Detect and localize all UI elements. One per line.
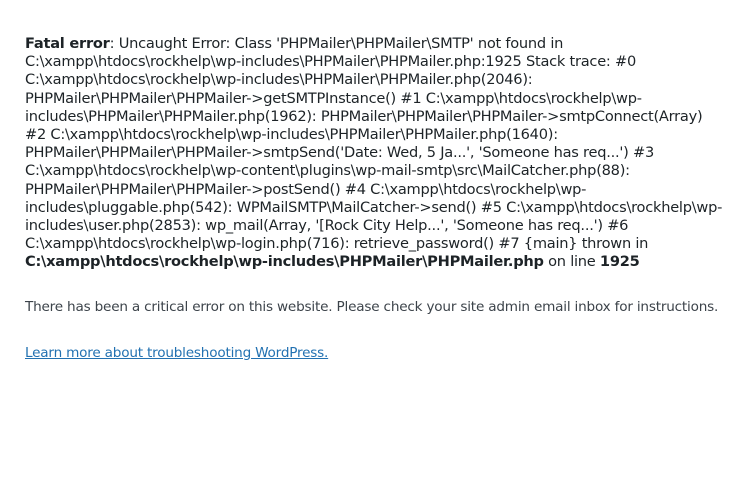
- error-details: : Uncaught Error: Class 'PHPMailer\PHPMa…: [25, 35, 723, 253]
- error-file-path: C:\xampp\htdocs\rockhelp\wp-includes\PHP…: [25, 253, 544, 271]
- fatal-error-message: Fatal error: Uncaught Error: Class 'PHPM…: [25, 35, 726, 272]
- troubleshooting-link[interactable]: Learn more about troubleshooting WordPre…: [25, 344, 328, 362]
- critical-error-notice: There has been a critical error on this …: [25, 298, 719, 315]
- on-line-text: on line: [543, 253, 600, 271]
- fatal-error-label: Fatal error: [25, 35, 110, 52]
- error-page: Fatal error: Uncaught Error: Class 'PHPM…: [0, 0, 751, 483]
- error-line-number: 1925: [599, 253, 640, 271]
